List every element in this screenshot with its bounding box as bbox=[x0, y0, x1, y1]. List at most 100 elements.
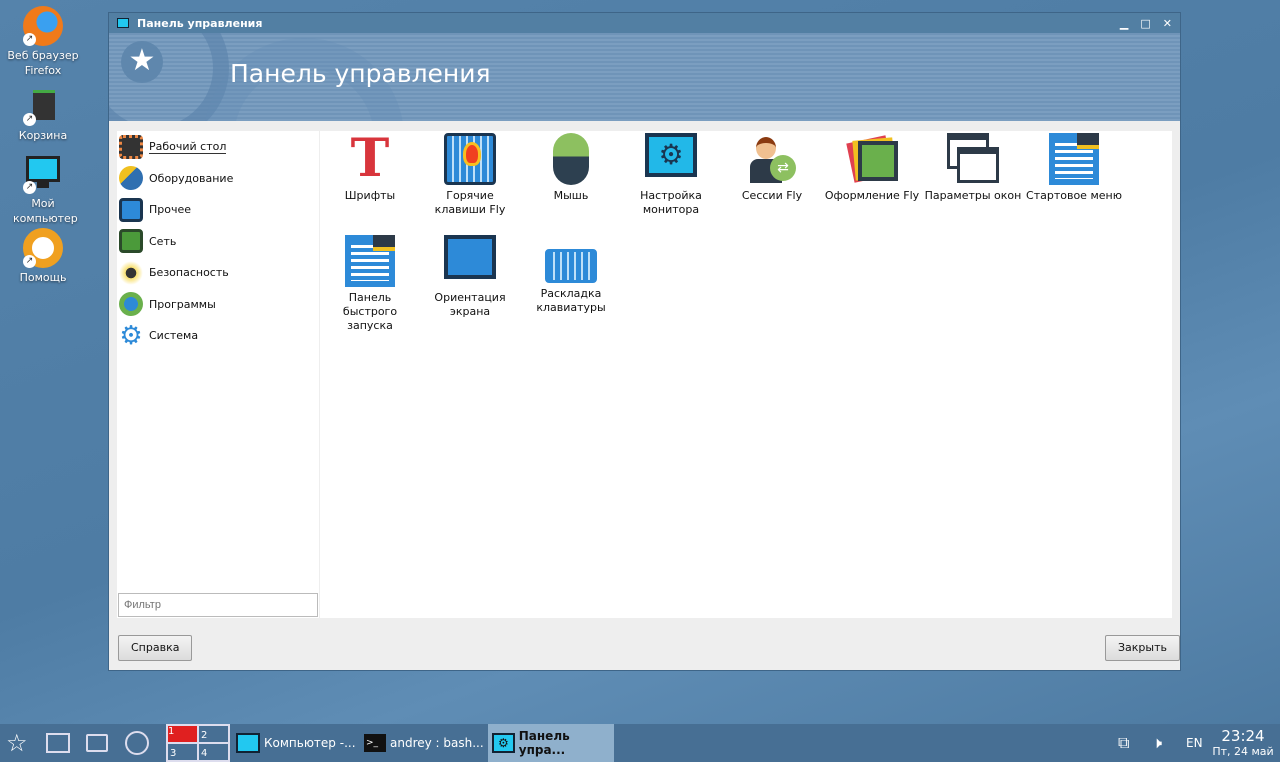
keyboard-layout-indicator[interactable]: EN bbox=[1186, 724, 1203, 762]
shortcut-arrow-icon: ↗ bbox=[23, 113, 36, 126]
volume-tray-icon[interactable]: 🕨 bbox=[1152, 724, 1162, 762]
category-network[interactable]: Сеть bbox=[117, 226, 319, 258]
category-label: Прочее bbox=[149, 203, 192, 217]
firefox-icon: ↗ bbox=[23, 6, 63, 46]
item-label: Панель быстрого запуска bbox=[342, 291, 398, 332]
item-label: Горячие клавиши Fly bbox=[434, 189, 506, 216]
title-bar[interactable]: Панель управления ▁ □ ✕ bbox=[109, 13, 1180, 33]
gear-icon: ⚙ bbox=[119, 320, 143, 351]
maximize-button[interactable]: □ bbox=[1140, 17, 1150, 30]
cabinet-icon bbox=[125, 731, 149, 755]
star-icon: ☆ bbox=[6, 729, 28, 757]
hardware-icon bbox=[119, 166, 143, 191]
item-hotkeys[interactable]: Горячие клавиши Fly bbox=[420, 133, 520, 217]
minimize-button[interactable]: ▁ bbox=[1120, 17, 1128, 30]
item-keyboard-layout[interactable]: Раскладка клавиатуры bbox=[521, 235, 621, 315]
item-label: Ориентация экрана bbox=[434, 291, 506, 318]
banner-title: Панель управления bbox=[230, 59, 491, 88]
windows-icon bbox=[947, 133, 999, 185]
desktop-icon bbox=[119, 134, 143, 159]
monitor-gear-icon: ⚙ bbox=[645, 133, 697, 177]
desktop-icon-firefox[interactable]: ↗ Веб браузер Firefox bbox=[0, 6, 86, 78]
start-menu-button[interactable]: ☆ bbox=[6, 724, 28, 762]
item-fonts[interactable]: T Шрифты bbox=[320, 133, 420, 203]
category-label: Система bbox=[149, 329, 199, 343]
task-label: Компьютер -... bbox=[264, 736, 356, 750]
items-grid: T Шрифты Горячие клавиши Fly Мышь ⚙ Настро… bbox=[320, 131, 1172, 618]
file-manager-button[interactable] bbox=[125, 724, 149, 762]
desktop-icon-label: Мой компьютер bbox=[13, 197, 78, 225]
monitor-icon bbox=[236, 733, 260, 753]
item-start-menu[interactable]: Стартовое меню bbox=[1024, 133, 1124, 203]
item-label: Оформление Fly bbox=[824, 189, 920, 202]
category-other[interactable]: Прочее bbox=[117, 194, 319, 226]
item-fly-sessions[interactable]: ⇄ Сессии Fly bbox=[722, 133, 822, 203]
item-mouse[interactable]: Мышь bbox=[521, 133, 621, 203]
clock-time: 23:24 bbox=[1221, 727, 1265, 745]
help-button[interactable]: Справка bbox=[118, 635, 193, 661]
banner: ★ Панель управления bbox=[109, 33, 1180, 121]
terminal-icon: >_ bbox=[364, 734, 386, 752]
task-terminal[interactable]: >_ andrey : bash... bbox=[364, 724, 484, 762]
pager-desk-4[interactable]: 4 bbox=[198, 743, 229, 761]
task-computer[interactable]: Компьютер -... bbox=[236, 724, 356, 762]
filter-input[interactable] bbox=[118, 593, 318, 617]
shortcut-arrow-icon: ↗ bbox=[23, 33, 36, 46]
category-label: Рабочий стол bbox=[149, 139, 227, 154]
task-control-panel[interactable]: ⚙ Панель упра... bbox=[488, 724, 614, 762]
pager-desk-1[interactable]: 1 bbox=[167, 725, 198, 743]
category-security[interactable]: Безопасность bbox=[117, 257, 319, 289]
pager-desk-2[interactable]: 2 bbox=[198, 725, 229, 743]
show-desktop-button[interactable] bbox=[46, 724, 70, 762]
clock[interactable]: 23:24 Пт, 24 май bbox=[1206, 727, 1280, 758]
monitor-icon: ↗ bbox=[23, 154, 63, 194]
taskbar: ☆ 1 2 3 4 Компьютер -... >_ andrey : bash… bbox=[0, 724, 1280, 762]
category-label: Сеть bbox=[149, 234, 177, 248]
task-label: Панель упра... bbox=[518, 729, 570, 757]
settings-monitor-icon bbox=[119, 197, 143, 222]
font-icon: T bbox=[350, 128, 390, 189]
control-panel-window: Панель управления ▁ □ ✕ ★ Панель управлени… bbox=[108, 12, 1181, 671]
windows-switch-button[interactable] bbox=[86, 724, 108, 762]
desktop-icon-label: Помощь bbox=[19, 271, 67, 284]
desktop-icon-computer[interactable]: ↗ Мой компьютер bbox=[0, 154, 86, 226]
category-desktop[interactable]: Рабочий стол bbox=[117, 131, 319, 163]
category-programs[interactable]: Программы bbox=[117, 289, 319, 321]
task-label: andrey : bash... bbox=[390, 736, 484, 750]
monitor-gear-icon: ⚙ bbox=[492, 733, 515, 753]
item-window-settings[interactable]: Параметры окон bbox=[923, 133, 1023, 203]
close-button[interactable]: Закрыть bbox=[1105, 635, 1180, 661]
lifebuoy-icon: ↗ bbox=[23, 228, 63, 268]
item-label: Параметры окон bbox=[924, 189, 1022, 202]
item-fly-appearance[interactable]: Оформление Fly bbox=[822, 133, 922, 203]
item-label: Шрифты bbox=[344, 189, 396, 202]
shortcut-arrow-icon: ↗ bbox=[23, 181, 36, 194]
item-label: Сессии Fly bbox=[741, 189, 803, 202]
category-label: Оборудование bbox=[149, 171, 234, 185]
category-label: Безопасность bbox=[149, 266, 229, 280]
app-icon bbox=[117, 18, 129, 28]
item-quick-launch[interactable]: Панель быстрого запуска bbox=[320, 235, 420, 333]
category-label: Программы bbox=[149, 297, 216, 311]
trash-icon: ↗ bbox=[23, 86, 63, 126]
item-label: Раскладка клавиатуры bbox=[536, 287, 606, 314]
mouse-icon bbox=[553, 133, 589, 185]
user-sessions-icon: ⇄ bbox=[746, 133, 798, 185]
category-system[interactable]: ⚙ Система bbox=[117, 320, 319, 352]
desktop-icon-help[interactable]: ↗ Помощь bbox=[0, 228, 86, 285]
start-menu-icon bbox=[1049, 133, 1099, 185]
network-icon bbox=[119, 229, 143, 254]
desktop-icon-label: Корзина bbox=[18, 129, 68, 142]
category-hardware[interactable]: Оборудование bbox=[117, 163, 319, 195]
category-list: Рабочий стол Оборудование Прочее Сеть Бе… bbox=[117, 131, 319, 618]
item-screen-orientation[interactable]: Ориентация экрана bbox=[420, 235, 520, 319]
windows-icon bbox=[86, 734, 108, 752]
network-tray-icon[interactable]: ⧉ bbox=[1118, 724, 1129, 762]
desktop-icon bbox=[46, 733, 70, 753]
desktop-icon-trash[interactable]: ↗ Корзина bbox=[0, 86, 86, 143]
pager-desk-3[interactable]: 3 bbox=[167, 743, 198, 761]
close-window-button[interactable]: ✕ bbox=[1163, 17, 1172, 30]
item-monitor-settings[interactable]: ⚙ Настройка монитора bbox=[621, 133, 721, 217]
desktop-pager[interactable]: 1 2 3 4 bbox=[166, 724, 230, 762]
keyboard-fire-icon bbox=[444, 133, 496, 185]
